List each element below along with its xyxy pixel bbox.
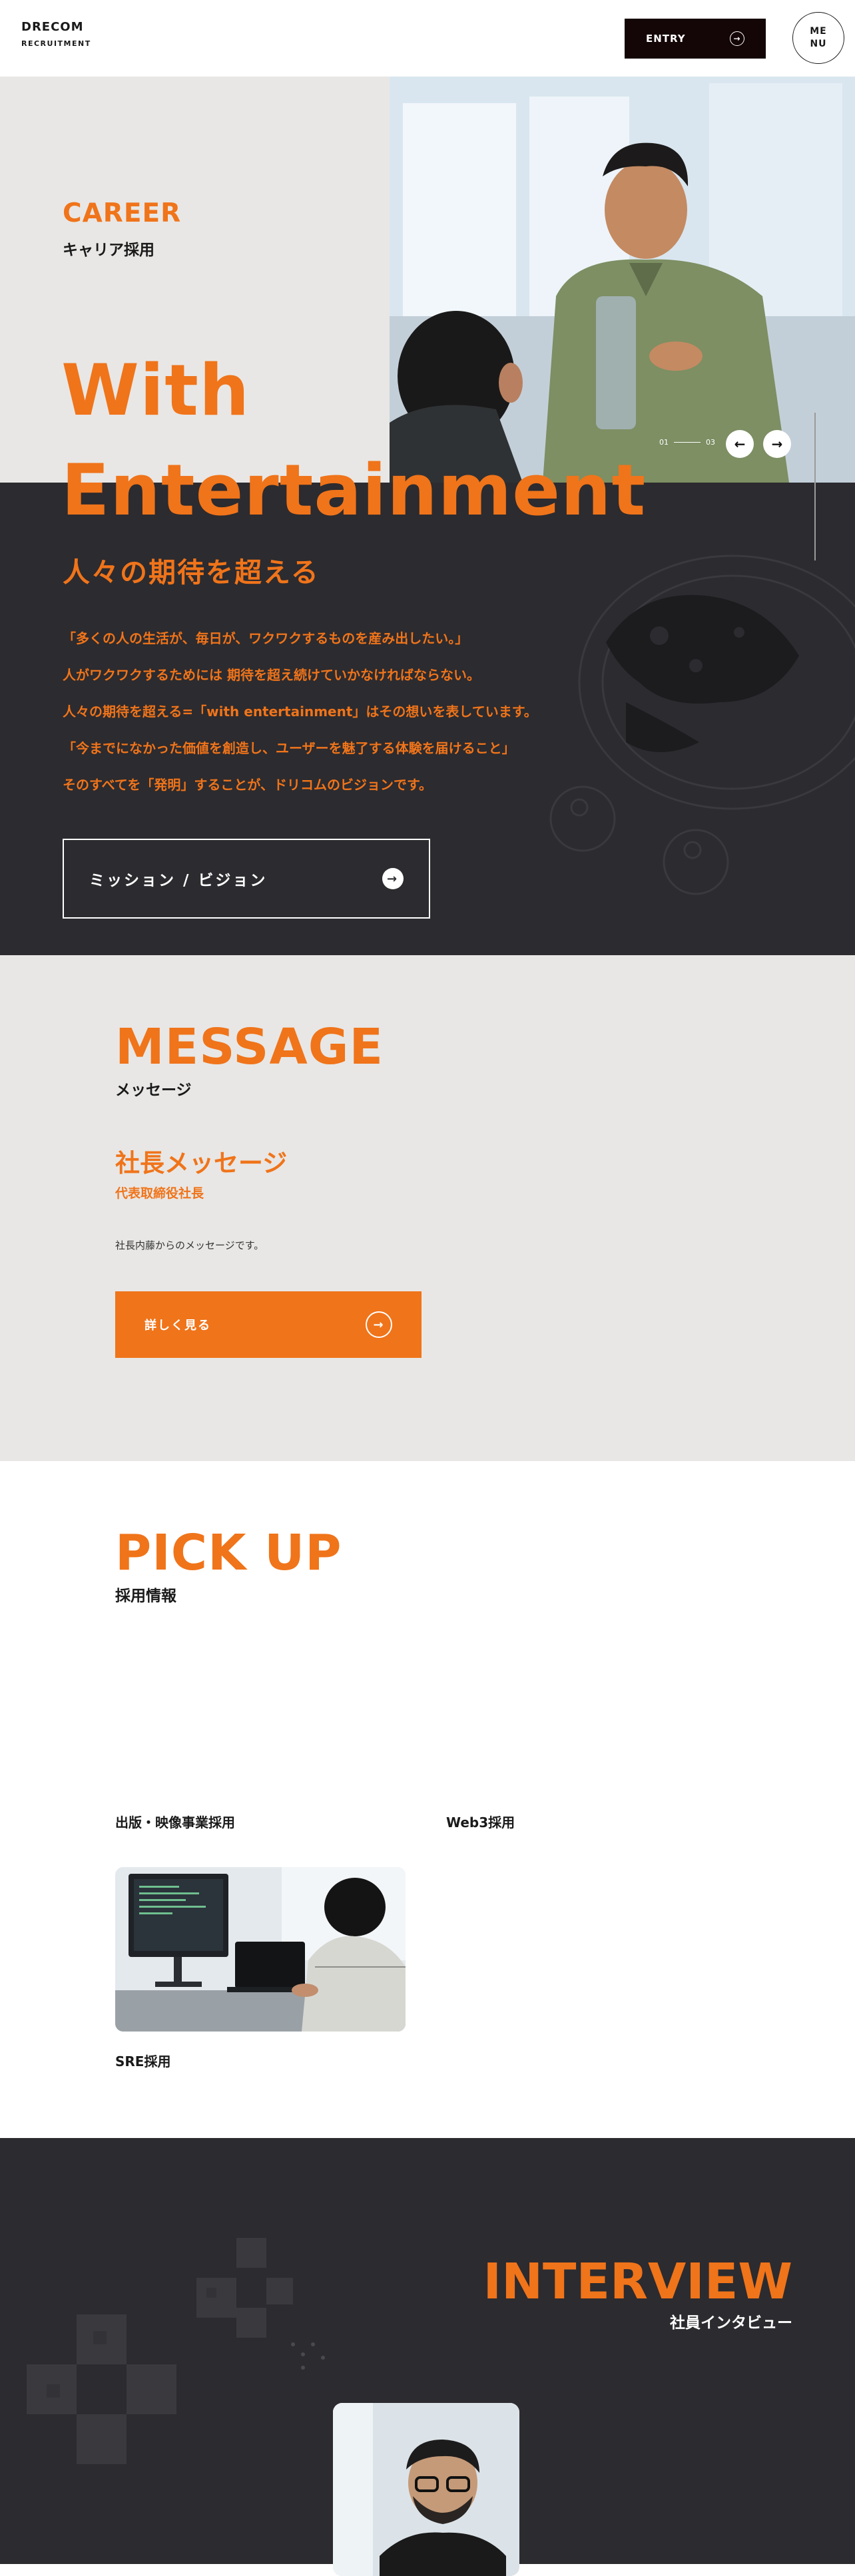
vision-line: 人がワクワクするためには 期待を超え続けていかなければならない。 [63, 667, 480, 683]
menu-button[interactable]: ME NU [792, 12, 844, 64]
pickup-item-web3[interactable]: Web3採用 [446, 1812, 515, 1831]
hero-tagline: 人々の期待を超える [63, 556, 320, 588]
arrow-right-circle-icon: → [366, 1311, 392, 1338]
mission-vision-label: ミッション / ビジョン [89, 872, 268, 889]
slider-next-button[interactable]: → [763, 430, 791, 458]
message-detail-label: 詳しく見る [144, 1319, 211, 1333]
slider-current: 01 [659, 438, 669, 447]
message-detail-button[interactable]: 詳しく見る → [115, 1291, 422, 1358]
slider-progress-bar [674, 442, 701, 443]
arrow-left-icon: ← [734, 436, 746, 452]
hero-divider-line [814, 413, 816, 560]
ceo-message-heading: 社長メッセージ [115, 1149, 288, 1178]
ceo-role: 代表取締役社長 [115, 1186, 204, 1201]
logo-sub-text: RECRUITMENT [21, 39, 91, 48]
career-sub-label: キャリア採用 [63, 242, 154, 259]
interview-card-image[interactable] [333, 2403, 519, 2576]
pickup-subtitle: 採用情報 [115, 1588, 176, 1605]
interview-title: INTERVIEW [483, 2253, 792, 2310]
menu-label-line1: ME [810, 26, 827, 37]
vision-statement: 「多くの人の生活が、毎日が、ワクワクするものを産み出したい。」 人がワクワクする… [63, 620, 537, 803]
site-header: DRECOM RECRUITMENT ENTRY → ME NU [0, 0, 855, 77]
vision-line: 人々の期待を超える=「with entertainment」はその想いを表してい… [63, 704, 537, 720]
menu-label-line2: NU [810, 39, 827, 49]
vision-line: 「今までになかった価値を創造し、ユーザーを魅了する体験を届けること」 [63, 740, 515, 756]
pickup-item-publishing[interactable]: 出版・映像事業採用 [115, 1812, 235, 1831]
hero-headline-line1: With [61, 349, 250, 431]
logo-main-text: DRECOM [21, 20, 84, 34]
message-subtitle: メッセージ [115, 1082, 192, 1099]
entry-button[interactable]: ENTRY → [625, 19, 766, 59]
slider-counter: 01 03 [659, 438, 715, 447]
slider-total: 03 [706, 438, 715, 447]
arrow-right-circle-icon: → [730, 31, 744, 46]
message-title: MESSAGE [115, 1018, 384, 1076]
sre-pickup-image[interactable] [115, 1867, 406, 2032]
mission-vision-button[interactable]: ミッション / ビジョン → [63, 839, 430, 919]
arrow-right-icon: → [771, 436, 783, 452]
interview-subtitle: 社員インタビュー [670, 2314, 792, 2332]
pickup-item-sre[interactable]: SRE採用 [115, 2051, 170, 2070]
career-label: CAREER [63, 198, 182, 228]
interviewee-photo-illustration [333, 2403, 519, 2576]
hero-headline-line2: Entertainment [61, 449, 647, 531]
pickup-title: PICK UP [115, 1524, 342, 1582]
vision-line: そのすべてを「発明」することが、ドリコムのビジョンです。 [63, 777, 432, 793]
slider-prev-button[interactable]: ← [726, 430, 754, 458]
hero-headline: With Entertainment [61, 341, 646, 540]
arrow-right-circle-icon: → [382, 868, 404, 889]
sre-photo-illustration [115, 1867, 406, 2032]
vision-line: 「多くの人の生活が、毎日が、ワクワクするものを産み出したい。」 [63, 630, 469, 646]
ceo-message-text: 社長内藤からのメッセージです。 [115, 1239, 264, 1251]
entry-button-label: ENTRY [646, 33, 686, 45]
site-logo[interactable]: DRECOM RECRUITMENT [21, 20, 91, 48]
